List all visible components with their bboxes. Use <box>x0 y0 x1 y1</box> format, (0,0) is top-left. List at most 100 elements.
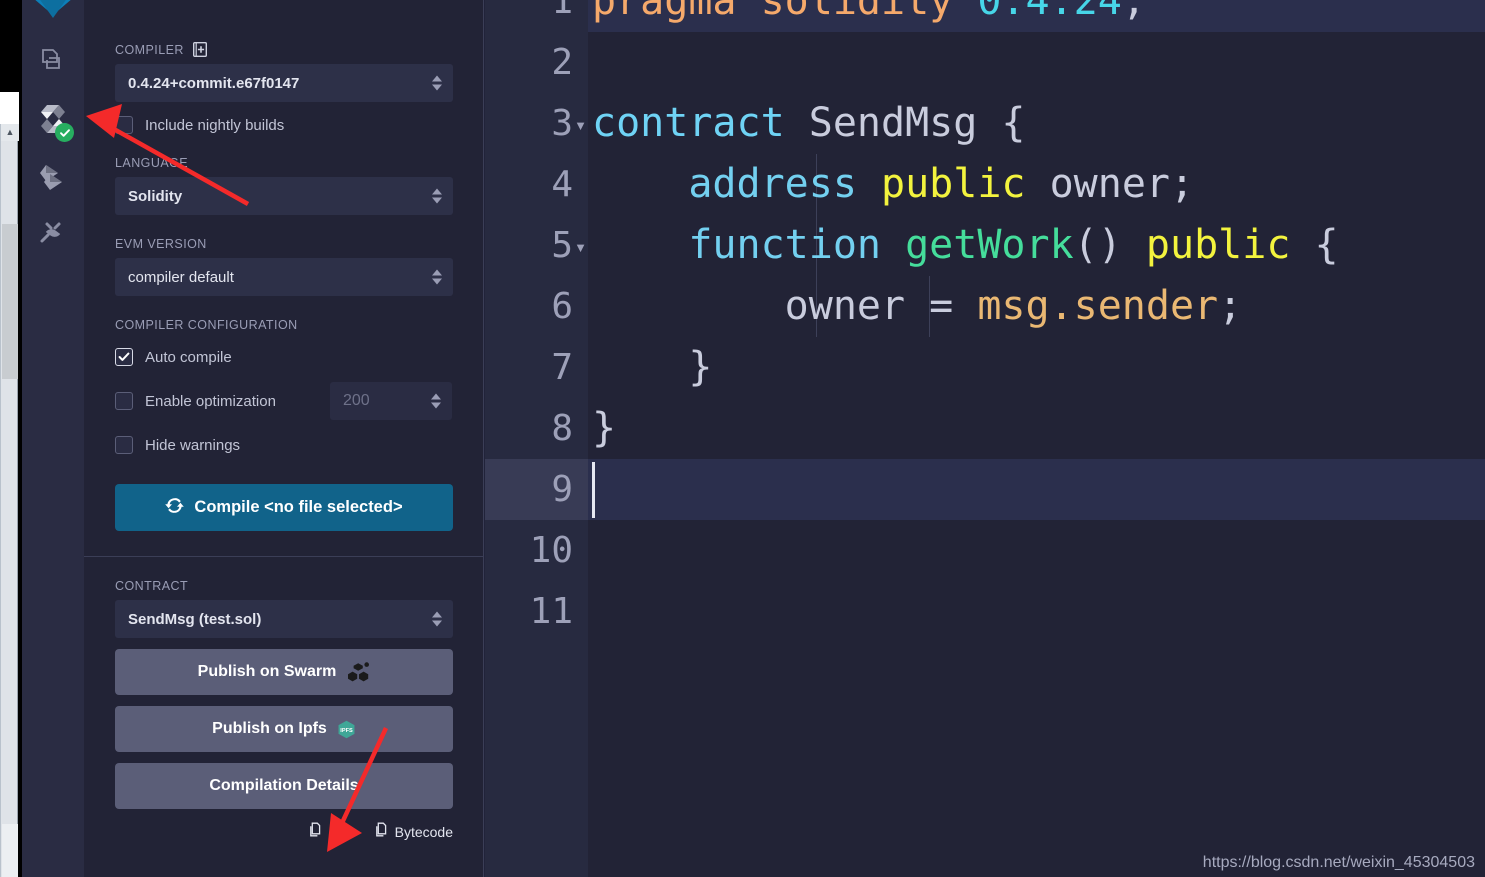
copy-bytecode-label: Bytecode <box>394 823 453 840</box>
remix-logo-icon[interactable] <box>27 0 79 22</box>
line-number: 4 <box>551 164 573 205</box>
code-token: SendMsg <box>808 100 978 146</box>
hide-warnings-row[interactable]: Hide warnings <box>115 436 452 454</box>
evm-version-value: compiler default <box>128 268 234 286</box>
code-line[interactable]: } <box>592 398 616 459</box>
chevron-updown-icon[interactable] <box>432 75 442 91</box>
include-nightly-builds-checkbox[interactable] <box>115 116 133 134</box>
sidebar-item-deploy-run[interactable] <box>27 152 79 206</box>
files-icon <box>38 46 68 81</box>
icon-rail <box>22 0 84 877</box>
line-number: 5 <box>551 225 573 266</box>
watermark: https://blog.csdn.net/weixin_45304503 <box>1202 854 1475 871</box>
code-surface[interactable]: pragma solidity 0.4.24; contract SendMsg … <box>588 0 1485 877</box>
copy-abi-link[interactable]: ABI <box>308 822 352 841</box>
contract-select[interactable]: SendMsg (test.sol) <box>115 600 453 638</box>
copy-icon <box>374 822 389 841</box>
copy-icon <box>308 822 323 841</box>
compiler-label-text: COMPILER <box>115 42 184 57</box>
publish-on-ipfs-label: Publish on Ipfs <box>212 720 327 737</box>
ipfs-icon: IPFS <box>337 720 356 739</box>
enable-optimization-checkbox[interactable] <box>115 392 133 410</box>
copy-abi-label: ABI <box>329 823 352 840</box>
language-label-text: LANGUAGE <box>115 156 189 170</box>
copy-bytecode-link[interactable]: Bytecode <box>374 822 453 841</box>
svg-text:IPFS: IPFS <box>340 727 353 733</box>
background-window-white-strip <box>0 92 19 124</box>
code-token: () <box>1073 222 1146 268</box>
check-icon <box>118 352 130 361</box>
scrollbar-thumb[interactable] <box>2 224 18 379</box>
refresh-icon <box>165 496 185 520</box>
optimization-runs-input[interactable]: 200 <box>330 382 452 420</box>
code-token: msg.sender <box>977 283 1219 329</box>
publish-on-ipfs-button[interactable]: Publish on Ipfs IPFS <box>115 706 453 752</box>
chevron-updown-icon[interactable] <box>432 188 442 204</box>
chevron-updown-icon[interactable] <box>432 611 442 627</box>
line-number: 10 <box>529 530 573 571</box>
include-nightly-builds-row[interactable]: Include nightly builds <box>115 116 452 134</box>
code-line[interactable]: owner = msg.sender; <box>592 276 1243 337</box>
sidebar-item-file-explorers[interactable] <box>27 36 79 90</box>
evm-version-label-text: EVM VERSION <box>115 237 207 251</box>
line-number-gutter: 1 2 3 ▼ 4 5 ▼ 6 7 8 9 10 11 <box>485 0 588 877</box>
code-token: } <box>592 344 713 390</box>
code-token: contract <box>592 100 809 146</box>
code-line[interactable]: contract SendMsg { <box>592 93 1026 154</box>
code-token: pragma solidity <box>592 0 978 24</box>
code-fold-toggle[interactable]: ▼ <box>573 215 588 276</box>
code-token: owner; <box>1025 161 1195 207</box>
code-line[interactable]: } <box>592 337 712 398</box>
code-line[interactable]: address public owner; <box>592 154 1194 215</box>
code-token: { <box>1290 222 1339 268</box>
compilation-details-label: Compilation Details <box>209 777 359 794</box>
contract-section-label: CONTRACT <box>115 579 452 593</box>
sidebar-item-plugin-manager[interactable] <box>27 208 79 262</box>
background-window-scrollbar[interactable]: ▲ <box>0 124 19 877</box>
line-number: 1 <box>551 0 573 22</box>
solidity-compiler-panel: COMPILER 0.4.24+commit.e67f0147 Include … <box>84 0 484 877</box>
sidebar-item-solidity-compiler[interactable] <box>27 94 79 148</box>
enable-optimization-label: Enable optimization <box>145 392 276 410</box>
code-token: 0.4.24 <box>977 0 1122 24</box>
scroll-up-arrow-icon[interactable]: ▲ <box>1 124 19 141</box>
compile-button[interactable]: Compile <no file selected> <box>115 484 453 531</box>
code-token: { <box>977 100 1026 146</box>
auto-compile-checkbox[interactable] <box>115 348 133 366</box>
compiler-configuration-text: COMPILER CONFIGURATION <box>115 318 298 332</box>
include-nightly-builds-label: Include nightly builds <box>145 116 285 134</box>
code-token: function <box>688 222 906 268</box>
remix-ide-window: ▲ COMPILER 0.4.24+commit.e67f0147 Includ… <box>0 0 1485 877</box>
enable-optimization-row[interactable]: Enable optimization 200 <box>115 382 452 420</box>
code-editor[interactable]: pragma solidity 0.4.24; contract SendMsg … <box>485 0 1485 877</box>
auto-compile-label: Auto compile <box>145 348 232 366</box>
code-line[interactable]: function getWork() public { <box>592 215 1339 276</box>
compiler-version-select[interactable]: 0.4.24+commit.e67f0147 <box>115 64 453 102</box>
plug-icon <box>38 218 68 253</box>
publish-on-swarm-button[interactable]: Publish on Swarm <box>115 649 453 695</box>
scrollbar-track-lower[interactable] <box>2 824 18 877</box>
line-number: 9 <box>551 469 573 510</box>
line-number: 8 <box>551 408 573 449</box>
swarm-icon <box>346 661 370 683</box>
line-number: 6 <box>551 286 573 327</box>
code-token: } <box>592 405 617 451</box>
compiler-configuration-label: COMPILER CONFIGURATION <box>115 318 452 332</box>
background-window: ▲ <box>0 0 22 877</box>
code-token: ; <box>1121 0 1146 24</box>
code-fold-toggle[interactable]: ▼ <box>573 93 588 154</box>
contract-label-text: CONTRACT <box>115 579 189 593</box>
compiler-success-check-icon <box>55 123 74 142</box>
language-select[interactable]: Solidity <box>115 177 453 215</box>
hide-warnings-checkbox[interactable] <box>115 436 133 454</box>
hide-warnings-label: Hide warnings <box>145 436 241 454</box>
chevron-updown-icon[interactable] <box>431 393 441 409</box>
compilation-details-button[interactable]: Compilation Details <box>115 763 453 809</box>
evm-version-select[interactable]: compiler default <box>115 258 453 296</box>
chevron-updown-icon[interactable] <box>432 269 442 285</box>
auto-compile-row[interactable]: Auto compile <box>115 348 452 366</box>
evm-version-section-label: EVM VERSION <box>115 237 452 251</box>
code-line[interactable]: pragma solidity 0.4.24; <box>592 0 1146 32</box>
book-plus-icon[interactable] <box>192 41 207 58</box>
